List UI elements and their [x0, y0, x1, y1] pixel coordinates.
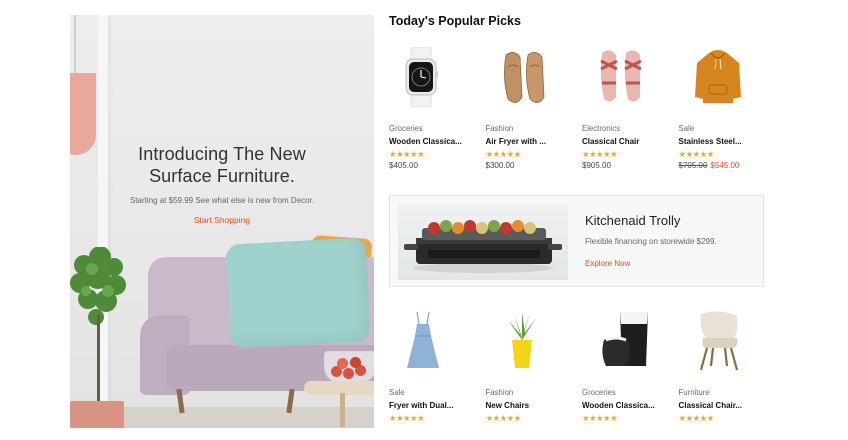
product-price: $705.00 $545.00	[679, 161, 776, 170]
star-rating: ★★★★★	[485, 413, 522, 423]
product-grid-top: Groceries Wooden Classica... ★★★★★ $405.…	[389, 36, 769, 176]
fruit-bowl-image	[324, 351, 374, 383]
side-table-leg	[340, 393, 345, 427]
product-card[interactable]: Fashion New Chairs ★★★★★	[486, 300, 583, 440]
hero-text: Introducing The New Surface Furniture. S…	[70, 143, 374, 228]
product-card[interactable]: Electronics Classical Chair ★★★★★ $905.0…	[582, 36, 679, 176]
old-price: $705.00	[678, 161, 708, 170]
product-price: $405.00	[389, 161, 418, 170]
product-card[interactable]: Furniture Classical Chair... ★★★★★	[679, 300, 776, 440]
product-category: Sale	[389, 388, 405, 397]
plant-pot	[70, 401, 124, 428]
grill-icon	[404, 220, 562, 273]
section-title: Today's Popular Picks	[389, 14, 521, 28]
hero-title-line2: Surface Furniture.	[149, 166, 295, 186]
product-image[interactable]	[389, 300, 486, 382]
product-name[interactable]: Wooden Classica...	[389, 137, 486, 146]
product-name[interactable]: Fryer with Dual...	[389, 401, 486, 410]
product-category: Electronics	[582, 124, 621, 133]
hero-title-line1: Introducing The New	[138, 144, 306, 164]
vase-icon	[602, 312, 648, 366]
star-rating: ★★★★★	[678, 149, 715, 159]
chair-icon	[699, 311, 738, 371]
product-category: Groceries	[389, 124, 423, 133]
star-rating: ★★★★★	[678, 413, 715, 423]
product-name[interactable]: Classical Chair	[582, 137, 679, 146]
hero-banner: Introducing The New Surface Furniture. S…	[70, 15, 374, 428]
plant-stem	[97, 315, 100, 410]
product-image[interactable]	[486, 36, 583, 118]
product-card[interactable]: Sale Fryer with Dual... ★★★★★	[389, 300, 486, 440]
promo-image	[398, 204, 568, 280]
product-category: Fashion	[485, 388, 514, 397]
product-image[interactable]	[679, 36, 776, 118]
product-category: Fashion	[485, 124, 514, 133]
promo-subtitle: Flexible financing on storewide $299.	[585, 237, 717, 246]
product-category: Sale	[678, 124, 695, 133]
product-image[interactable]	[582, 300, 679, 382]
lamp-cord	[74, 15, 76, 77]
product-card[interactable]: Fashion Air Fryer with ... ★★★★★ $300.00	[486, 36, 583, 176]
star-rating: ★★★★★	[485, 149, 522, 159]
product-card[interactable]: Sale Stainless Steel... ★★★★★ $705.00 $54…	[679, 36, 776, 176]
product-category: Groceries	[582, 388, 616, 397]
sandals-icon	[600, 50, 642, 102]
start-shopping-link[interactable]: Start Shopping	[194, 215, 250, 225]
product-image[interactable]	[582, 36, 679, 118]
explore-now-link[interactable]: Explore Now	[585, 259, 630, 268]
dress-icon	[407, 311, 439, 368]
product-card[interactable]: Groceries Wooden Classica... ★★★★★	[582, 300, 679, 440]
hero-subtitle: Starting at $59.99 See what else is new …	[129, 196, 315, 205]
product-name[interactable]: New Chairs	[486, 401, 583, 410]
product-image[interactable]	[389, 36, 486, 118]
hero-title: Introducing The New Surface Furniture.	[70, 143, 374, 187]
product-price: $300.00	[485, 161, 515, 170]
product-price: $905.00	[582, 161, 611, 170]
teal-cushion-image	[225, 237, 371, 349]
loafers-icon	[503, 52, 544, 103]
star-rating: ★★★★★	[389, 149, 425, 159]
product-name[interactable]: Wooden Classica...	[582, 401, 679, 410]
product-card[interactable]: Groceries Wooden Classica... ★★★★★ $405.…	[389, 36, 486, 176]
promo-title: Kitchenaid Trolly	[585, 213, 681, 228]
smartwatch-icon	[405, 47, 438, 107]
product-grid-bottom: Sale Fryer with Dual... ★★★★★ Fashion Ne…	[389, 300, 769, 440]
potted-plant-icon	[503, 312, 540, 368]
product-category: Furniture	[678, 388, 710, 397]
star-rating: ★★★★★	[389, 413, 425, 423]
product-name[interactable]: Classical Chair...	[679, 401, 776, 410]
product-name[interactable]: Air Fryer with ...	[486, 137, 583, 146]
product-name[interactable]: Stainless Steel...	[679, 137, 776, 146]
star-rating: ★★★★★	[582, 149, 618, 159]
side-table-image	[304, 381, 374, 395]
product-image[interactable]	[679, 300, 776, 382]
hoodie-icon	[694, 50, 741, 103]
star-rating: ★★★★★	[582, 413, 618, 423]
sale-price: $545.00	[710, 161, 740, 170]
product-image[interactable]	[486, 300, 583, 382]
promo-banner[interactable]: Kitchenaid Trolly Flexible financing on …	[389, 195, 764, 287]
